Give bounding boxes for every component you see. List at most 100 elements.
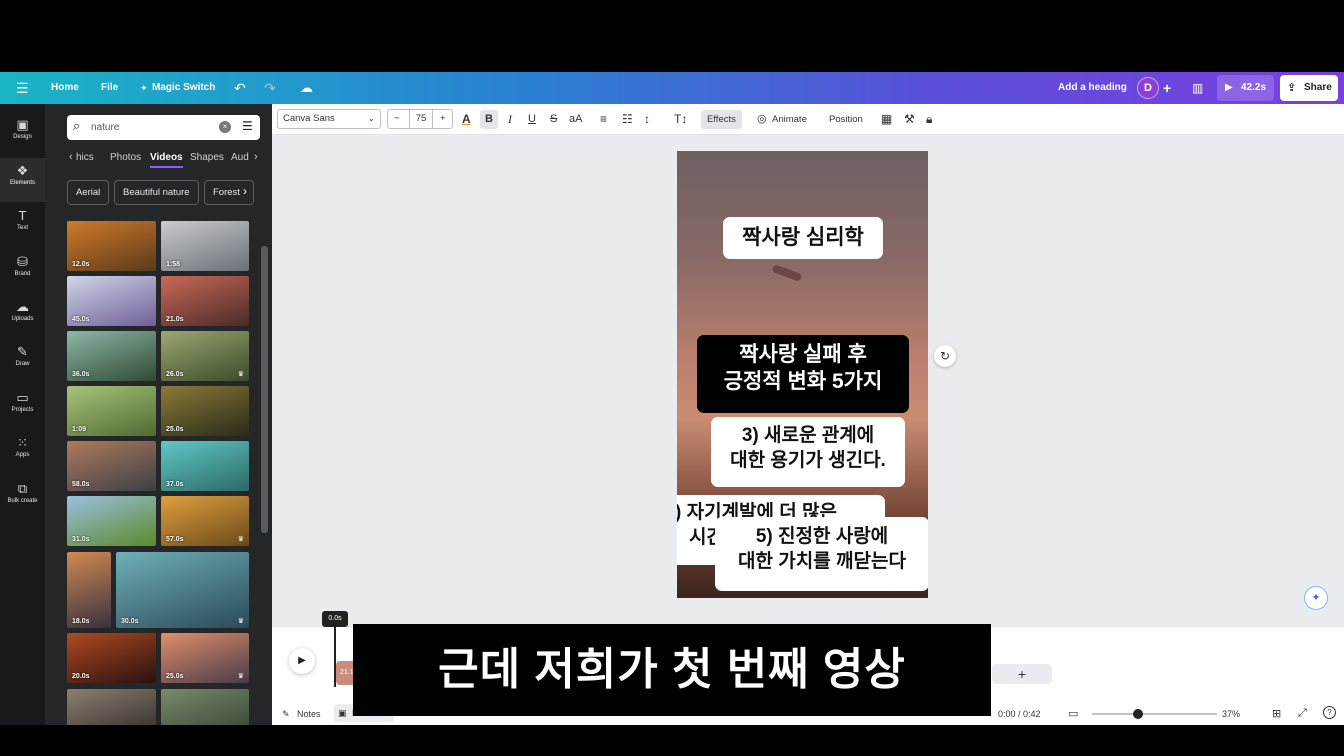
- video-thumbnail[interactable]: 20.0s: [67, 633, 156, 683]
- video-thumbnail[interactable]: 26.0s ♛: [161, 331, 249, 381]
- title-text[interactable]: 짝사랑 심리학: [723, 217, 883, 259]
- grid-view-icon[interactable]: ⊞: [1272, 707, 1281, 720]
- rail-item-bulk-create[interactable]: ⧉ Bulk create: [0, 476, 45, 520]
- add-page-button[interactable]: +: [992, 664, 1052, 684]
- item-3-text[interactable]: 3) 새로운 관계에 대한 용기가 생긴다.: [711, 417, 905, 487]
- headline-text[interactable]: 짝사랑 실패 후 긍정적 변화 5가지: [697, 335, 909, 413]
- play-button[interactable]: ▶: [289, 648, 315, 674]
- cloud-save-icon[interactable]: ☁: [300, 72, 313, 104]
- italic-icon[interactable]: I: [508, 104, 512, 135]
- font-family-select[interactable]: Canva Sans ⌄: [277, 109, 381, 129]
- undo-icon[interactable]: ↶: [234, 72, 246, 104]
- refresh-icon[interactable]: ↻: [934, 345, 956, 367]
- decrease-font-size-button[interactable]: −: [394, 110, 400, 128]
- video-thumbnail[interactable]: 1:09: [67, 386, 156, 436]
- play-icon: ▶: [1225, 82, 1233, 93]
- add-collaborator-icon[interactable]: +: [1163, 72, 1171, 104]
- redo-icon[interactable]: ↷: [264, 72, 276, 104]
- zoom-slider[interactable]: [1092, 709, 1217, 719]
- video-thumbnail[interactable]: 36.0s: [67, 331, 156, 381]
- notes-button[interactable]: Notes: [297, 709, 321, 719]
- video-duration: 30.0s: [121, 618, 139, 625]
- video-thumbnail[interactable]: 58.0s: [67, 441, 156, 491]
- paint-roller-icon[interactable]: ⚒: [904, 104, 915, 135]
- present-button[interactable]: ▶ 42.2s: [1217, 75, 1274, 101]
- help-icon[interactable]: ?: [1323, 706, 1336, 719]
- panel-scrollbar[interactable]: [261, 246, 268, 533]
- premium-crown-icon: ♛: [237, 536, 244, 543]
- canvas-area: 짝사랑 심리학 짝사랑 실패 후 긍정적 변화 5가지 3) 새로운 관계에 대…: [272, 135, 1344, 626]
- transparency-icon[interactable]: ▦: [881, 104, 892, 135]
- video-thumbnail[interactable]: 18.0s: [67, 552, 111, 628]
- design-page[interactable]: 짝사랑 심리학 짝사랑 실패 후 긍정적 변화 5가지 3) 새로운 관계에 대…: [677, 151, 928, 598]
- rail-item-text[interactable]: T Text: [0, 203, 45, 247]
- lock-icon[interactable]: 🔒︎: [926, 104, 932, 135]
- video-thumbnail[interactable]: 37.0s: [161, 441, 249, 491]
- zoom-slider-knob[interactable]: [1133, 709, 1143, 719]
- rail-item-elements[interactable]: ❖ Elements: [0, 158, 45, 202]
- magic-switch-button[interactable]: Magic Switch: [152, 72, 215, 104]
- share-button[interactable]: ⇪ Share: [1280, 75, 1338, 101]
- video-duration: 36.0s: [72, 371, 90, 378]
- file-menu-button[interactable]: File: [101, 72, 118, 104]
- letter-case-icon[interactable]: aA: [569, 104, 582, 135]
- effects-button[interactable]: Effects: [701, 110, 742, 129]
- premium-crown-icon: ♛: [237, 618, 244, 625]
- text-resize-icon[interactable]: T↕: [674, 104, 687, 135]
- present-duration: 42.2s: [1241, 82, 1267, 93]
- increase-font-size-button[interactable]: +: [440, 110, 446, 128]
- avatar[interactable]: D: [1137, 77, 1159, 99]
- position-button[interactable]: Position: [829, 104, 863, 135]
- video-duration: 25.0s: [166, 673, 184, 680]
- video-results-grid: 12.0s 1:58 45.0s 21.0s 36.0s 26.0s ♛ 1:09 25.0s 5…: [45, 104, 272, 725]
- side-rail: ▣ Design ❖ Elements T Text ⛁ Brand ☁ Uploads ✎ Draw…: [0, 104, 45, 725]
- video-duration: 31.0s: [72, 536, 90, 543]
- rail-item-label: Elements: [9, 180, 35, 186]
- analytics-icon[interactable]: ▥: [1192, 72, 1203, 104]
- animate-icon: ◎: [757, 113, 767, 125]
- apps-icon: ⁙: [17, 435, 28, 450]
- item-5-text[interactable]: 5) 진정한 사랑에 대한 가치를 깨닫는다: [715, 517, 928, 591]
- rail-item-design[interactable]: ▣ Design: [0, 112, 45, 156]
- zoom-level[interactable]: 37%: [1222, 709, 1240, 719]
- video-thumbnail[interactable]: 12.0s: [67, 221, 156, 271]
- rail-item-uploads[interactable]: ☁ Uploads: [0, 294, 45, 338]
- home-button[interactable]: Home: [51, 72, 79, 104]
- rail-item-draw[interactable]: ✎ Draw: [0, 339, 45, 383]
- font-size-stepper[interactable]: − 75 +: [387, 109, 453, 129]
- sparkle-icon: ✦: [140, 83, 148, 93]
- rail-item-brand[interactable]: ⛁ Brand: [0, 249, 45, 293]
- duration-icon: ▣: [338, 708, 347, 718]
- fullscreen-icon[interactable]: ⤢: [1298, 707, 1307, 720]
- video-thumbnail[interactable]: 21.0s: [161, 276, 249, 326]
- rail-item-projects[interactable]: ▭ Projects: [0, 385, 45, 429]
- video-thumbnail[interactable]: 25.0s ♛: [161, 633, 249, 683]
- video-thumbnail[interactable]: [161, 689, 249, 725]
- canvas-scrollbar[interactable]: [1334, 135, 1342, 626]
- video-thumbnail[interactable]: 1:58: [161, 221, 249, 271]
- item-5-line-1: 5) 진정한 사랑에: [755, 526, 889, 547]
- video-thumbnail[interactable]: 31.0s: [67, 496, 156, 546]
- video-thumbnail[interactable]: 57.0s ♛: [161, 496, 249, 546]
- rail-item-apps[interactable]: ⁙ Apps: [0, 430, 45, 474]
- video-thumbnail[interactable]: 25.0s: [161, 386, 249, 436]
- video-thumbnail[interactable]: [67, 689, 156, 725]
- video-thumbnail[interactable]: 45.0s: [67, 276, 156, 326]
- font-size-input[interactable]: 75: [409, 109, 433, 129]
- bold-icon[interactable]: B: [480, 110, 498, 129]
- document-title[interactable]: Add a heading: [1058, 72, 1127, 104]
- menu-icon[interactable]: ☰: [16, 72, 29, 104]
- page-view-icon[interactable]: ▭: [1068, 707, 1078, 720]
- list-icon[interactable]: ☷: [622, 104, 633, 135]
- text-color-icon[interactable]: A: [462, 104, 471, 135]
- align-icon[interactable]: ≡: [600, 104, 607, 135]
- underline-icon[interactable]: U: [528, 104, 536, 135]
- premium-crown-icon: ♛: [237, 673, 244, 680]
- strikethrough-icon[interactable]: S: [550, 104, 557, 135]
- video-duration: 45.0s: [72, 316, 90, 323]
- magic-assistant-icon[interactable]: ✦: [1304, 586, 1328, 610]
- notes-icon: ✎: [282, 709, 290, 719]
- animate-button[interactable]: Animate: [772, 104, 807, 135]
- video-thumbnail[interactable]: 30.0s ♛: [116, 552, 249, 628]
- spacing-icon[interactable]: ↕: [644, 104, 650, 135]
